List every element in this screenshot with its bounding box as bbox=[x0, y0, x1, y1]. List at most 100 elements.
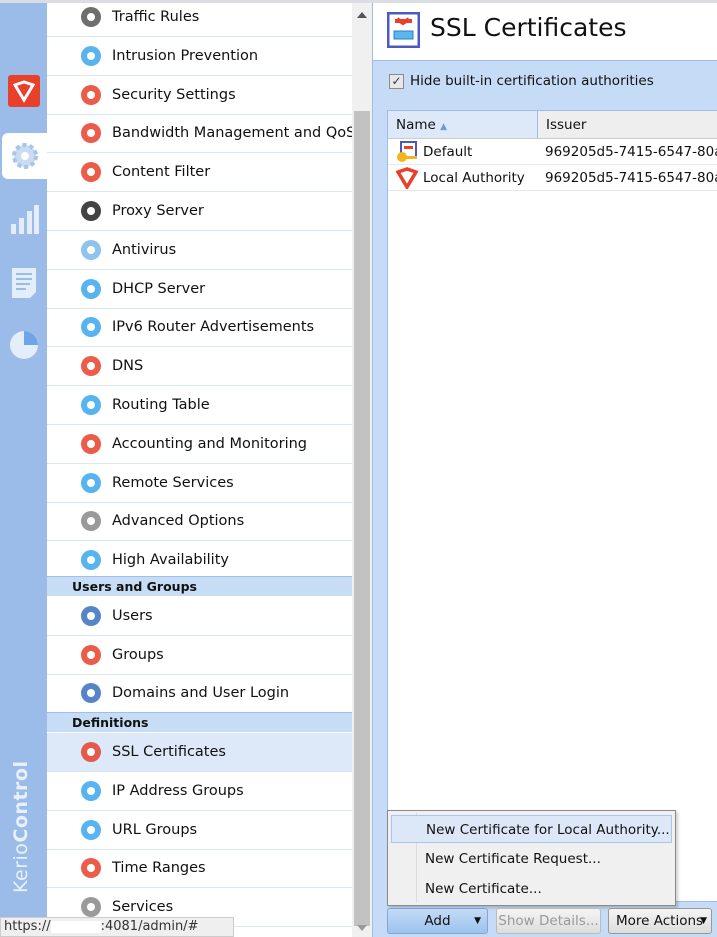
certificate-icon bbox=[387, 12, 420, 48]
accounting-icon bbox=[78, 431, 104, 457]
authority-shield-icon bbox=[396, 166, 418, 189]
show-details-button[interactable]: Show Details... bbox=[496, 908, 601, 934]
logs-icon[interactable] bbox=[4, 263, 44, 303]
url-group-icon bbox=[78, 817, 104, 843]
nav-group-header: Definitions bbox=[47, 712, 352, 732]
domain-icon bbox=[78, 680, 104, 706]
syringe-icon bbox=[78, 237, 104, 263]
certificate-icon bbox=[78, 739, 104, 765]
nav-item-label: Intrusion Prevention bbox=[112, 47, 259, 64]
bandwidth-icon bbox=[78, 120, 104, 146]
proxy-icon bbox=[78, 198, 104, 224]
nav-item-antivirus[interactable]: Antivirus bbox=[47, 231, 352, 270]
main-panel: SSL Certificates ✓ Hide built-in certifi… bbox=[372, 3, 717, 937]
scroll-up-arrow-icon[interactable] bbox=[357, 12, 367, 18]
nav-item-ip-address-groups[interactable]: IP Address Groups bbox=[47, 772, 352, 811]
nav-item-domains-and-user-login[interactable]: Domains and User Login bbox=[47, 674, 352, 713]
nav-item-advanced-options[interactable]: Advanced Options bbox=[47, 502, 352, 542]
page-header: SSL Certificates bbox=[373, 3, 717, 61]
nav-item-label: URL Groups bbox=[112, 821, 198, 838]
status-icon[interactable] bbox=[4, 199, 44, 239]
monitors-icon bbox=[78, 547, 104, 573]
more-actions-button[interactable]: More Actions ▼ bbox=[608, 908, 712, 934]
nav-item-label: Domains and User Login bbox=[112, 685, 290, 701]
table-row[interactable]: Local Authority 969205d5-7415-6547-80ad- bbox=[388, 165, 717, 191]
router-icon bbox=[78, 314, 104, 340]
checkbox-label: Hide built-in certification authorities bbox=[410, 73, 654, 89]
nav-item-intrusion-prevention[interactable]: Intrusion Prevention bbox=[47, 37, 352, 76]
nav-item-proxy-server[interactable]: Proxy Server bbox=[47, 192, 352, 231]
ip-group-icon bbox=[78, 778, 104, 804]
url-suffix: :4081/admin/# bbox=[100, 919, 199, 934]
column-name[interactable]: Name ▲ bbox=[388, 111, 538, 138]
nav-item-content-filter[interactable]: Content Filter bbox=[47, 153, 352, 193]
hand-stop-icon bbox=[78, 82, 104, 108]
nav-group-header: Users and Groups bbox=[47, 576, 352, 596]
nav-item-security-settings[interactable]: Security Settings bbox=[47, 76, 352, 115]
more-actions-label: More Actions bbox=[616, 913, 704, 929]
nav-item-groups[interactable]: Groups bbox=[47, 636, 352, 675]
nav-item-label: Services bbox=[112, 899, 174, 916]
nav-item-label: Content Filter bbox=[112, 164, 211, 181]
nav-item-label: High Availability bbox=[112, 552, 229, 569]
nav-item-label: Security Settings bbox=[112, 86, 236, 103]
page-title: SSL Certificates bbox=[430, 13, 627, 42]
statistics-icon[interactable] bbox=[4, 325, 44, 365]
routing-icon bbox=[78, 392, 104, 418]
scrollbar-thumb[interactable] bbox=[354, 111, 370, 926]
nav-item-label: SSL Certificates bbox=[112, 744, 226, 760]
menu-item-new-certificate-local-authority[interactable]: New Certificate for Local Authority... bbox=[391, 815, 672, 843]
hide-builtin-checkbox[interactable]: ✓ Hide built-in certification authoritie… bbox=[389, 73, 654, 89]
nav-item-dns[interactable]: DNS bbox=[47, 347, 352, 387]
nav-item-label: Users bbox=[112, 608, 153, 624]
monitor-clock-icon bbox=[78, 276, 104, 302]
nav-item-label: Traffic Rules bbox=[112, 9, 200, 25]
nav-item-label: IP Address Groups bbox=[112, 782, 244, 799]
add-dropdown-menu: New Certificate for Local Authority... N… bbox=[387, 810, 676, 906]
chevron-down-icon: ▼ bbox=[700, 916, 707, 926]
add-label: Add bbox=[424, 913, 451, 929]
cert-name: Default bbox=[423, 143, 473, 160]
certificates-grid: Name ▲ Issuer Default 969205d5-7415-6547… bbox=[387, 110, 717, 902]
checkbox-box[interactable]: ✓ bbox=[389, 73, 404, 89]
nav-item-label: Antivirus bbox=[112, 241, 177, 258]
status-bar-url: https://:4081/admin/# bbox=[0, 917, 234, 937]
security-icon[interactable] bbox=[4, 71, 44, 111]
tools-icon bbox=[78, 508, 104, 534]
nav-item-ssl-certificates[interactable]: SSL Certificates bbox=[47, 733, 352, 772]
redacted-host bbox=[50, 920, 101, 933]
scroll-down-arrow-icon[interactable] bbox=[357, 925, 367, 931]
nav-item-label: Remote Services bbox=[112, 474, 234, 491]
configuration-icon[interactable] bbox=[2, 133, 47, 179]
menu-item-new-certificate[interactable]: New Certificate... bbox=[391, 875, 672, 903]
column-name-label: Name bbox=[396, 117, 436, 133]
nav-item-dhcp-server[interactable]: DHCP Server bbox=[47, 270, 352, 309]
nav-item-routing-table[interactable]: Routing Table bbox=[47, 386, 352, 425]
nav-item-bandwidth-management-and-qos[interactable]: Bandwidth Management and QoS bbox=[47, 114, 352, 154]
nav-item-label: Proxy Server bbox=[112, 203, 204, 219]
shield-icon bbox=[78, 43, 104, 69]
traffic-light-icon bbox=[78, 4, 104, 30]
nav-item-accounting-and-monitoring[interactable]: Accounting and Monitoring bbox=[47, 425, 352, 464]
nav-scrollbar[interactable] bbox=[352, 3, 372, 937]
nav-item-label: Routing Table bbox=[112, 397, 210, 413]
nav-item-users[interactable]: Users bbox=[47, 597, 352, 636]
nav-item-url-groups[interactable]: URL Groups bbox=[47, 811, 352, 850]
navigation-list: Traffic Rules Intrusion Prevention Securit… bbox=[47, 3, 352, 937]
nav-item-high-availability[interactable]: High Availability bbox=[47, 541, 352, 581]
add-button[interactable]: Add ▼ bbox=[387, 908, 488, 934]
nav-item-time-ranges[interactable]: Time Ranges bbox=[47, 849, 352, 889]
nav-item-ipv6-router-advertisements[interactable]: IPv6 Router Advertisements bbox=[47, 308, 352, 348]
column-issuer[interactable]: Issuer bbox=[538, 111, 586, 138]
table-row[interactable]: Default 969205d5-7415-6547-80ad- bbox=[388, 139, 717, 165]
dns-tree-icon bbox=[78, 353, 104, 379]
grid-header: Name ▲ Issuer bbox=[388, 111, 717, 139]
cert-issuer: 969205d5-7415-6547-80ad- bbox=[545, 169, 717, 186]
menu-item-new-certificate-request[interactable]: New Certificate Request... bbox=[391, 845, 672, 873]
cert-name: Local Authority bbox=[423, 169, 525, 186]
sort-asc-icon: ▲ bbox=[440, 122, 448, 132]
cloud-icon bbox=[78, 470, 104, 496]
nav-item-traffic-rules[interactable]: Traffic Rules bbox=[47, 3, 352, 37]
nav-item-remote-services[interactable]: Remote Services bbox=[47, 464, 352, 503]
nav-item-label: Time Ranges bbox=[112, 860, 206, 877]
